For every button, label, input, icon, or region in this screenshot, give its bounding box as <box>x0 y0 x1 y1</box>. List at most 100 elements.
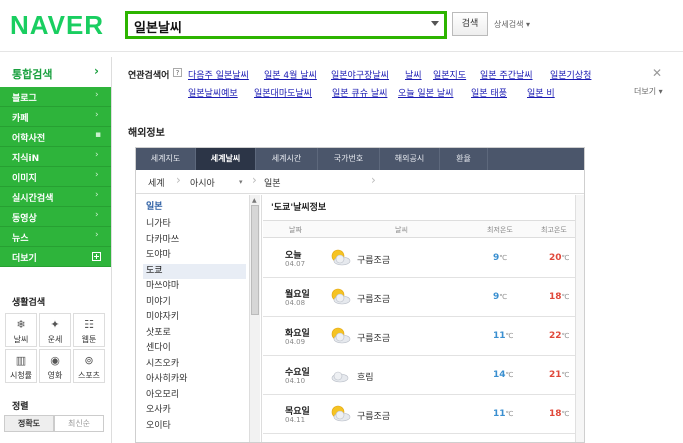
scroll-up-icon[interactable]: ▲ <box>252 197 257 204</box>
tab-5[interactable]: 환율 <box>440 148 488 170</box>
city-list-title: 일본 <box>146 202 163 212</box>
weather-date: 04.09 <box>285 338 306 346</box>
naver-logo[interactable]: NAVER <box>10 10 104 41</box>
search-button[interactable]: 검색 <box>452 12 488 36</box>
sidebar-item-label: 이미지 <box>12 174 37 184</box>
life-search-5[interactable]: ⊚ 스포츠 <box>73 349 105 383</box>
life-label: 영화 <box>47 371 63 380</box>
weather-table-header: 날짜 날씨 최저온도 최고온도 <box>263 220 584 238</box>
temp-unit: ℃ <box>499 293 508 301</box>
sort-accuracy-button[interactable]: 정확도 <box>4 415 54 432</box>
sidebar-item-label: 동영상 <box>12 214 37 224</box>
scroll-thumb[interactable] <box>251 205 259 315</box>
sidebar-item[interactable]: 지식iN › <box>0 147 111 167</box>
city-item[interactable]: 도쿄 <box>143 263 246 279</box>
tab-2[interactable]: 세계시간 <box>256 148 318 170</box>
tab-1[interactable]: 세계날씨 <box>196 148 256 170</box>
temp-unit: ℃ <box>561 332 570 340</box>
city-item[interactable]: 센다이 <box>143 341 246 356</box>
chevron-down-icon[interactable]: ▾ <box>239 178 243 186</box>
life-search-4[interactable]: ◉ 영화 <box>39 349 71 383</box>
life-search-1[interactable]: ✦ 운세 <box>39 313 71 347</box>
sidebar-item[interactable]: 동영상 › <box>0 207 111 227</box>
life-search-3[interactable]: ▥ 시청률 <box>5 349 37 383</box>
sidebar-item[interactable]: 블로그 › <box>0 87 111 107</box>
sidebar-item-label: 어학사전 <box>12 134 46 144</box>
sidebar-item[interactable]: 어학사전 ▪ <box>0 127 111 147</box>
city-item[interactable]: 미야자키 <box>143 310 246 325</box>
life-label: 시청률 <box>9 371 33 380</box>
header: NAVER 검색 상세검색 ▾ <box>0 0 683 52</box>
related-link[interactable]: 일본야구장날씨 <box>331 68 389 81</box>
crumb-japan[interactable]: 일본 <box>264 176 281 189</box>
search-input[interactable] <box>134 16 424 36</box>
related-link[interactable]: 날씨 <box>405 68 422 81</box>
city-item[interactable]: 도야마 <box>143 248 246 263</box>
related-link[interactable]: 일본기상청 <box>550 68 591 81</box>
sidebar-item-label: 지식iN <box>12 154 40 164</box>
related-link[interactable]: 다음주 일본날씨 <box>188 68 249 81</box>
weather-date: 04.08 <box>285 299 306 307</box>
breadcrumb: 세계 › 아시아 ▾ › 일본 › <box>136 170 584 194</box>
sidebar-item[interactable]: 뉴스 › <box>0 227 111 247</box>
related-link[interactable]: 일본 태풍 <box>471 86 507 99</box>
city-item[interactable]: 오사카 <box>143 403 246 418</box>
sidebar-item-integrated-search[interactable]: 통합검색 › <box>0 57 111 87</box>
weather-scrollbar[interactable] <box>575 195 584 442</box>
weather-row: 목요일 04.11 구름조금 11℃ 18℃ <box>263 395 584 434</box>
sort-latest-button[interactable]: 최신순 <box>54 415 104 432</box>
tab-4[interactable]: 해외공시 <box>380 148 440 170</box>
tab-3[interactable]: 국가번호 <box>318 148 380 170</box>
city-item[interactable]: 마쓰야마 <box>143 279 246 294</box>
city-item[interactable]: 오이타 <box>143 419 246 434</box>
min-temp: 11℃ <box>493 409 513 419</box>
city-item[interactable]: 다카마쓰 <box>143 233 246 248</box>
related-link[interactable]: 일본 4월 날씨 <box>264 68 317 81</box>
max-temp-value: 21 <box>549 370 562 380</box>
temp-unit: ℃ <box>499 254 508 262</box>
city-item[interactable]: 아사히카와 <box>143 372 246 387</box>
search-box[interactable] <box>125 11 447 39</box>
city-item[interactable]: 시즈오카 <box>143 357 246 372</box>
city-item[interactable]: 아오모리 <box>143 388 246 403</box>
city-item[interactable]: 미야기 <box>143 295 246 310</box>
related-link[interactable]: 일본지도 <box>433 68 466 81</box>
related-link[interactable]: 일본 큐슈 날씨 <box>332 86 387 99</box>
partly-cloudy-icon <box>329 288 351 306</box>
related-link[interactable]: 일본날씨예보 <box>188 86 238 99</box>
help-icon[interactable]: ? <box>173 68 182 77</box>
related-searches-title: 연관검색어 <box>128 71 170 81</box>
crumb-world[interactable]: 세계 <box>148 176 165 189</box>
max-temp: 21℃ <box>549 370 569 380</box>
city-item[interactable]: 삿포로 <box>143 326 246 341</box>
sidebar-item[interactable]: 카페 › <box>0 107 111 127</box>
related-link[interactable]: 일본 비 <box>527 86 555 99</box>
sidebar-item[interactable]: 이미지 › <box>0 167 111 187</box>
min-temp-value: 14 <box>493 370 506 380</box>
detail-search-link[interactable]: 상세검색 ▾ <box>494 19 530 30</box>
related-link[interactable]: 일본대마도날씨 <box>254 86 312 99</box>
related-link[interactable]: 일본 주간날씨 <box>480 68 533 81</box>
tab-bar: 세계지도 세계날씨 세계시간 국가번호 해외공시 환율 <box>136 148 584 170</box>
sidebar-item[interactable]: 더보기 <box>0 247 111 267</box>
weather-row: 오늘 04.07 구름조금 9℃ 20℃ <box>263 239 584 278</box>
related-link[interactable]: 오늘 일본 날씨 <box>398 86 453 99</box>
dropdown-arrow-icon[interactable] <box>431 21 439 26</box>
temp-unit: ℃ <box>561 254 570 262</box>
chevron-right-icon: › <box>95 210 99 220</box>
life-search-0[interactable]: ❄ 날씨 <box>5 313 37 347</box>
city-item[interactable]: 니가타 <box>143 217 246 232</box>
sidebar-item[interactable]: 실시간검색 › <box>0 187 111 207</box>
max-temp-value: 18 <box>549 409 562 419</box>
crumb-asia[interactable]: 아시아 <box>190 176 215 189</box>
weather-date: 04.11 <box>285 416 306 424</box>
city-scrollbar[interactable]: ▲ <box>249 195 260 442</box>
sort-title: 정렬 <box>12 402 29 412</box>
life-search-2[interactable]: ☷ 웹툰 <box>73 313 105 347</box>
more-button[interactable]: 더보기 ▾ <box>634 86 663 97</box>
weather-date: 04.07 <box>285 260 306 268</box>
tab-0[interactable]: 세계지도 <box>136 148 196 170</box>
min-temp: 9℃ <box>493 253 507 263</box>
close-icon[interactable]: ✕ <box>652 66 662 80</box>
partly-cloudy-icon <box>329 405 351 423</box>
